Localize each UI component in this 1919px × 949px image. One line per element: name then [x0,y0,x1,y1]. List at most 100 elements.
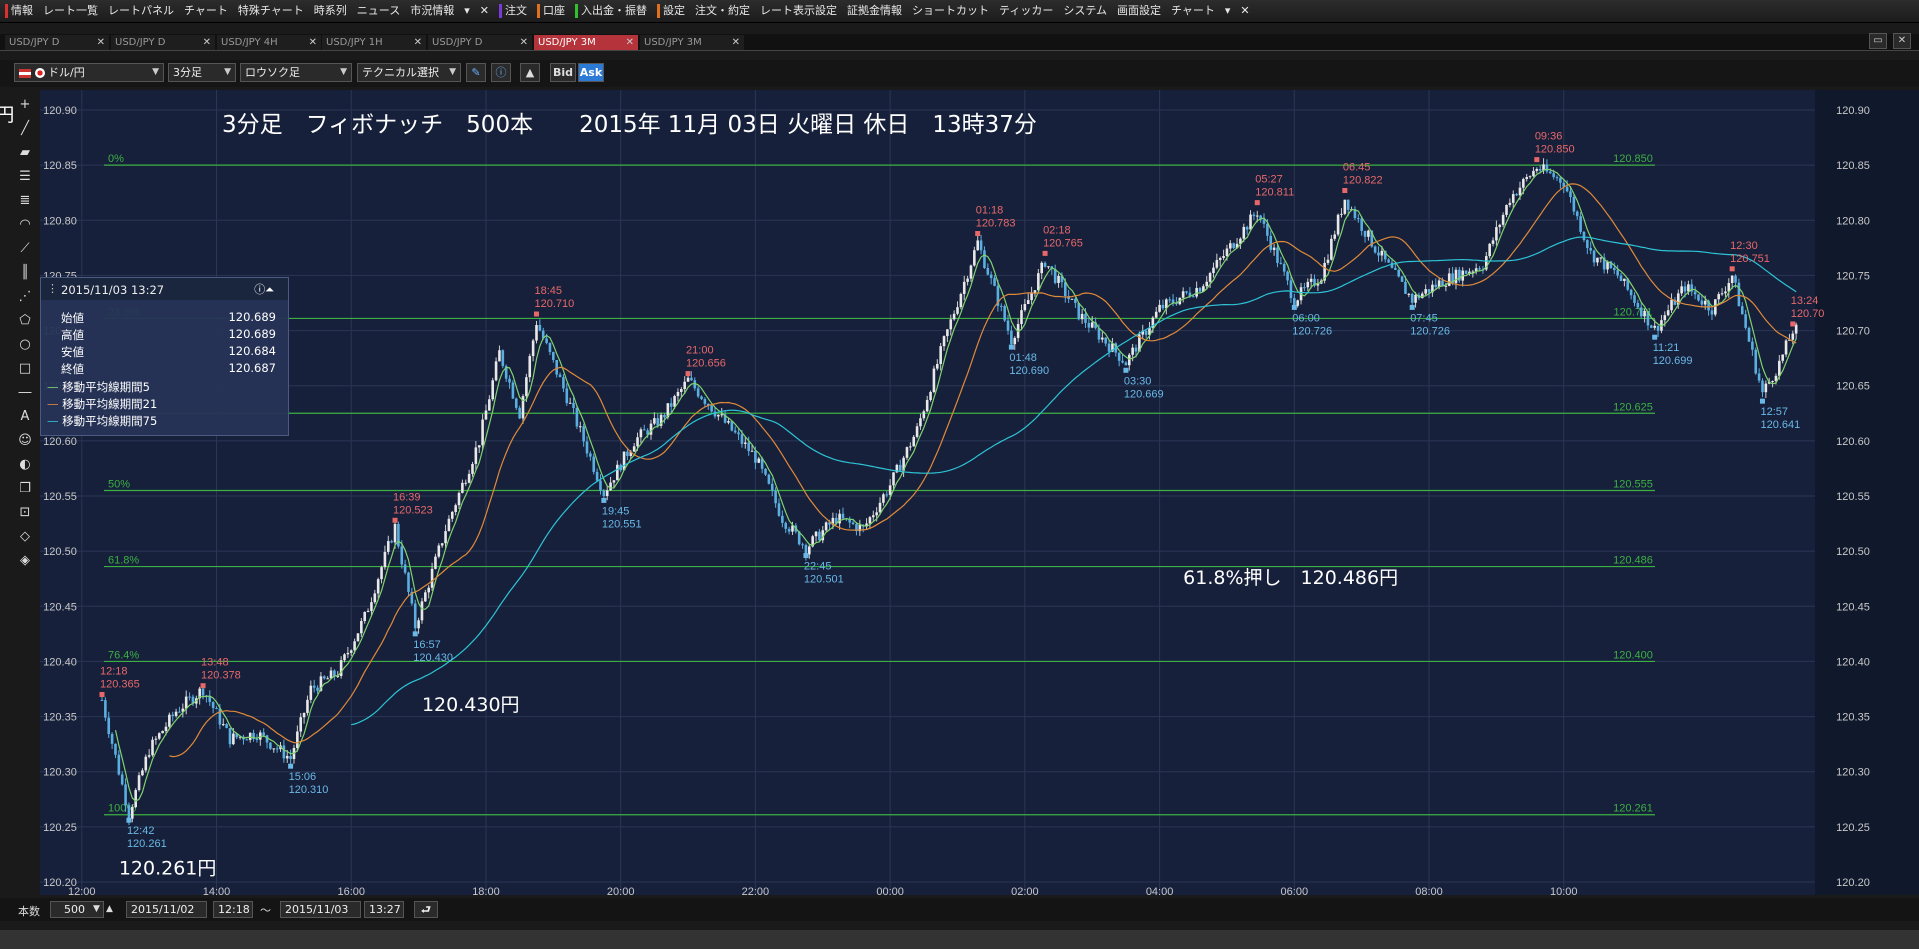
ruler-icon[interactable]: ▰ [14,142,36,164]
pitchfork-icon[interactable]: ⋰ [14,286,36,308]
count-down-icon[interactable]: ▼ [93,904,100,914]
candle-body [875,512,878,516]
candle-body [680,389,683,392]
swing-high-marker [1534,157,1540,163]
count-up-icon[interactable]: ▲ [106,904,113,914]
return-icon[interactable]: ⮐ [414,901,438,918]
candle-body [1037,273,1040,291]
multi-lines-icon[interactable]: ≣ [14,190,36,212]
candle-body [609,482,612,491]
candle-body [814,531,818,537]
candle-body [107,717,111,735]
candle-body [1158,304,1161,312]
candle-body [464,482,468,484]
candle-body [484,410,488,420]
candle-body [1734,275,1737,283]
swing-high-time: 21:00 [686,345,714,357]
candle-body [552,352,555,361]
candle-body [376,579,380,594]
trendline-icon[interactable]: ╱ [14,118,36,140]
range-bar: 本数 500 ▼ ▲ 2015/11/02 12:18 ～ 2015/11/03… [0,898,1919,921]
candle-body [572,402,575,409]
vertical-lines-icon[interactable]: ║ [14,262,36,284]
x-tick-label: 16:00 [337,886,365,898]
candle-body [592,456,596,472]
candle-body [296,731,299,749]
candle-body [784,522,788,529]
swing-low-marker [1759,398,1765,404]
eraser-all-icon[interactable]: ◈ [14,550,36,572]
candle-body [1717,294,1720,300]
candle-body [1407,293,1411,295]
candle-body [417,620,420,629]
candle-body [272,748,276,750]
candle-body [1532,170,1535,177]
candle-body [1229,243,1232,249]
candle-body [1255,215,1259,217]
candle-body [1410,293,1414,303]
candle-body [1047,266,1050,268]
fibonacci-fan-icon[interactable]: ⟋ [14,238,36,260]
candle-body [1619,275,1623,281]
candle-body [407,572,410,592]
pentagon-icon[interactable]: ⬠ [14,310,36,332]
candle-body [1266,223,1269,236]
x-tick-label: 14:00 [203,886,231,898]
candle-body [1781,354,1784,361]
high-row: 高値 120.689 [61,327,276,342]
candle-body [882,494,885,503]
candle-body [935,363,939,369]
candle-body [373,593,377,603]
swing-high-marker [1790,321,1796,327]
candle-body [1286,271,1289,281]
circle-icon[interactable]: ○ [14,334,36,356]
candle-body [1097,328,1101,340]
y-tick-label-left: 120.30 [43,767,77,779]
candle-body [1687,284,1690,292]
swing-high-price: 120.710 [534,298,574,310]
from-time-input[interactable]: 12:18 [213,901,253,918]
horizontal-lines-icon[interactable]: ☰ [14,166,36,188]
candle-body [787,528,791,532]
to-time-input[interactable]: 13:27 [364,901,404,918]
swing-low-marker [126,817,132,823]
candle-body [232,733,235,745]
rectangle-icon[interactable]: □ [14,358,36,380]
from-date-input[interactable]: 2015/11/02 [126,901,207,918]
y-tick-label-left: 120.45 [43,601,77,613]
candle-body [1744,314,1747,328]
fib-pct-label: 76.4% [108,649,139,661]
drag-handle-icon[interactable]: ⋮ [47,282,58,295]
candle-body [316,687,319,691]
candle-body [1565,186,1569,192]
text-icon[interactable]: A [14,406,36,428]
candle-body [393,523,397,543]
candle-body [1572,197,1576,212]
candle-body [511,382,515,399]
chart-annotation: 120.261円 [119,857,217,879]
candle-body [851,522,855,525]
candle-body [356,633,360,642]
candle-body [474,447,478,464]
candle-body [1518,187,1522,196]
magnet-icon[interactable]: ◐ [14,454,36,476]
candle-body [1333,234,1337,239]
candle-body [976,240,980,251]
to-date-input[interactable]: 2015/11/03 [280,901,361,918]
chart-annotation: 120.430円 [422,694,520,716]
swing-high-price: 120.850 [1535,144,1575,156]
y-tick-label-right: 120.30 [1836,767,1870,779]
eraser-icon[interactable]: ◇ [14,526,36,548]
lock-icon[interactable]: ⊡ [14,502,36,524]
horizontal-line-icon[interactable]: ― [14,382,36,404]
crosshair-icon[interactable]: + [14,94,36,116]
fibonacci-arc-icon[interactable]: ◠ [14,214,36,236]
smiley-icon[interactable]: ☺ [14,430,36,452]
copy-icon[interactable]: ❐ [14,478,36,500]
swing-low-price: 120.501 [804,574,844,586]
candle-body [400,546,404,565]
candle-body [585,441,589,454]
candle-body [973,250,976,266]
candle-body [269,742,272,749]
info-toggle-icon[interactable]: ⓘ⏶ [254,281,274,297]
